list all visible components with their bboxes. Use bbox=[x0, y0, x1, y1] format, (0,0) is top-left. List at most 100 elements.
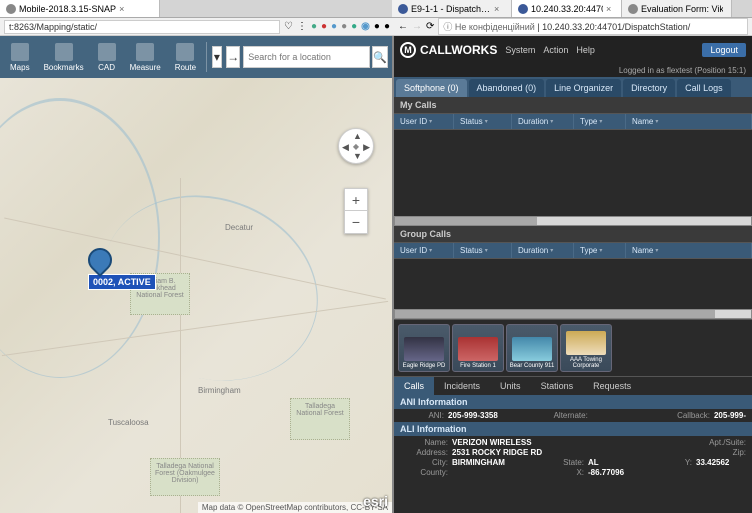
dial-aaa-towing[interactable]: AAA Towing Corporate bbox=[560, 324, 612, 372]
scrollbar[interactable] bbox=[394, 309, 752, 319]
zoom-control: + − bbox=[344, 188, 368, 234]
close-icon[interactable]: × bbox=[119, 4, 124, 14]
x-value: -86.77096 bbox=[588, 468, 638, 477]
sort-icon: ▾ bbox=[550, 118, 553, 125]
cw-header: MCALLWORKS System Action Help Logout bbox=[394, 36, 752, 64]
apt-label: Apt./Suite: bbox=[642, 438, 746, 447]
bookmark-icon bbox=[55, 43, 73, 61]
state-label: State: bbox=[544, 458, 584, 467]
zoom-out-button[interactable]: − bbox=[345, 211, 367, 233]
col-status[interactable]: Status▾ bbox=[454, 114, 512, 129]
close-icon[interactable]: × bbox=[494, 4, 499, 14]
col-type[interactable]: Type▾ bbox=[574, 243, 626, 258]
tab-incidents[interactable]: Incidents bbox=[434, 377, 490, 395]
name-label: Name: bbox=[400, 438, 448, 447]
police-car-icon bbox=[404, 337, 444, 361]
go-button[interactable]: → bbox=[226, 46, 240, 68]
logout-button[interactable]: Logout bbox=[702, 43, 746, 57]
address-label: Address: bbox=[400, 448, 448, 457]
sort-icon: ▾ bbox=[599, 118, 602, 125]
maps-button[interactable]: Maps bbox=[4, 37, 36, 77]
col-user-id[interactable]: User ID▾ bbox=[394, 114, 454, 129]
group-calls-header: Group Calls bbox=[394, 226, 752, 243]
logged-in-status: Logged in as flextest (Position 15:1) bbox=[394, 64, 752, 77]
pan-up-icon[interactable]: ▲ bbox=[353, 131, 362, 141]
tab-units[interactable]: Units bbox=[490, 377, 531, 395]
tab-calls[interactable]: Calls bbox=[394, 377, 434, 395]
pan-down-icon[interactable]: ▼ bbox=[353, 151, 362, 161]
dial-eagle-ridge[interactable]: Eagle Ridge PD bbox=[398, 324, 450, 372]
col-duration[interactable]: Duration▾ bbox=[512, 114, 574, 129]
name-value: VERIZON WIRELESS bbox=[452, 438, 584, 447]
ani-label: ANI: bbox=[400, 411, 444, 420]
reload-icon[interactable]: ⟳ bbox=[426, 21, 434, 32]
y-label: Y: bbox=[642, 458, 692, 467]
marker-label: 0002, ACTIVE bbox=[88, 274, 156, 290]
search-input[interactable] bbox=[243, 46, 370, 68]
back-icon[interactable]: ← bbox=[398, 21, 408, 32]
callback-label: Callback: bbox=[666, 411, 710, 420]
pan-left-icon[interactable]: ◀ bbox=[342, 142, 349, 153]
dial-bear-county[interactable]: Bear County 911 bbox=[506, 324, 558, 372]
tab-requests[interactable]: Requests bbox=[583, 377, 641, 395]
url-input[interactable]: ⓘ Не конфіденційний | 10.240.33.20:44701… bbox=[438, 18, 748, 35]
col-name[interactable]: Name▾ bbox=[626, 114, 752, 129]
zip-label: Zip: bbox=[642, 448, 746, 457]
zoom-in-button[interactable]: + bbox=[345, 189, 367, 211]
col-duration[interactable]: Duration▾ bbox=[512, 243, 574, 258]
state-value: AL bbox=[588, 458, 638, 467]
cad-button[interactable]: CAD bbox=[92, 37, 122, 77]
measure-button[interactable]: Measure bbox=[124, 37, 167, 77]
action-menu[interactable]: Action bbox=[543, 45, 568, 55]
main-tabs: Softphone (0) Abandoned (0) Line Organiz… bbox=[394, 77, 752, 97]
callback-value: 205-999- bbox=[714, 411, 746, 420]
my-calls-header: My Calls bbox=[394, 97, 752, 114]
scrollbar[interactable] bbox=[394, 216, 752, 226]
y-value: 33.42562 bbox=[696, 458, 746, 467]
my-calls-columns: User ID▾ Status▾ Duration▾ Type▾ Name▾ bbox=[394, 114, 752, 130]
map-canvas[interactable]: William B. Bankhead National Forest Tall… bbox=[0, 78, 392, 513]
bookmarks-button[interactable]: Bookmarks bbox=[38, 37, 90, 77]
tab-softphone[interactable]: Softphone (0) bbox=[396, 79, 467, 97]
close-icon[interactable]: × bbox=[606, 4, 611, 14]
col-name[interactable]: Name▾ bbox=[626, 243, 752, 258]
tab-abandoned[interactable]: Abandoned (0) bbox=[469, 79, 545, 97]
logo-icon: M bbox=[400, 42, 416, 58]
help-menu[interactable]: Help bbox=[576, 45, 595, 55]
tab-line-organizer[interactable]: Line Organizer bbox=[546, 79, 621, 97]
route-button[interactable]: Route bbox=[169, 37, 202, 77]
dial-fire-station[interactable]: Fire Station 1 bbox=[452, 324, 504, 372]
browser-tab-mobile[interactable]: Mobile-2018.3.15-SNAP× bbox=[0, 0, 160, 17]
forward-icon[interactable]: → bbox=[412, 21, 422, 32]
sort-icon: ▾ bbox=[429, 118, 432, 125]
search-button[interactable]: 🔍 bbox=[372, 46, 388, 68]
url-input[interactable]: t:8263/Mapping/static/ bbox=[4, 20, 280, 34]
pan-right-icon[interactable]: ▶ bbox=[363, 142, 370, 153]
ruler-icon bbox=[136, 43, 154, 61]
county-label: County: bbox=[400, 468, 448, 477]
bookmark-icon[interactable]: ♡ bbox=[284, 21, 293, 32]
speed-dial-row: Eagle Ridge PD Fire Station 1 Bear Count… bbox=[394, 319, 752, 377]
pin-icon bbox=[83, 243, 117, 277]
dispatch-panel: MCALLWORKS System Action Help Logout Log… bbox=[394, 36, 752, 513]
col-type[interactable]: Type▾ bbox=[574, 114, 626, 129]
tow-truck-icon bbox=[566, 331, 606, 355]
browser-tab-ip[interactable]: 10.240.33.20:44701/Dis× bbox=[512, 0, 622, 17]
group-calls-body bbox=[394, 259, 752, 309]
browser-tab-eval[interactable]: Evaluation Form: Viktor bbox=[622, 0, 732, 17]
col-status[interactable]: Status▾ bbox=[454, 243, 512, 258]
pan-control[interactable]: ▲ ▼ ◀ ▶ bbox=[338, 128, 374, 164]
map-panel: Maps Bookmarks CAD Measure Route ▾ → 🔍 W… bbox=[0, 36, 394, 513]
menu-icon[interactable]: ⋮ bbox=[297, 21, 307, 32]
system-menu[interactable]: System bbox=[505, 45, 535, 55]
tab-call-logs[interactable]: Call Logs bbox=[677, 79, 731, 97]
sort-icon: ▾ bbox=[485, 247, 488, 254]
map-marker[interactable]: 0002, ACTIVE bbox=[88, 248, 156, 290]
tab-directory[interactable]: Directory bbox=[623, 79, 675, 97]
col-user-id[interactable]: User ID▾ bbox=[394, 243, 454, 258]
ali-header: ALI Information bbox=[394, 422, 752, 436]
dropdown-button[interactable]: ▾ bbox=[212, 46, 223, 68]
city-label: Tuscaloosa bbox=[108, 418, 149, 427]
browser-tab-e911[interactable]: E9-1-1 - Dispatch Station× bbox=[392, 0, 512, 17]
tab-stations[interactable]: Stations bbox=[531, 377, 584, 395]
